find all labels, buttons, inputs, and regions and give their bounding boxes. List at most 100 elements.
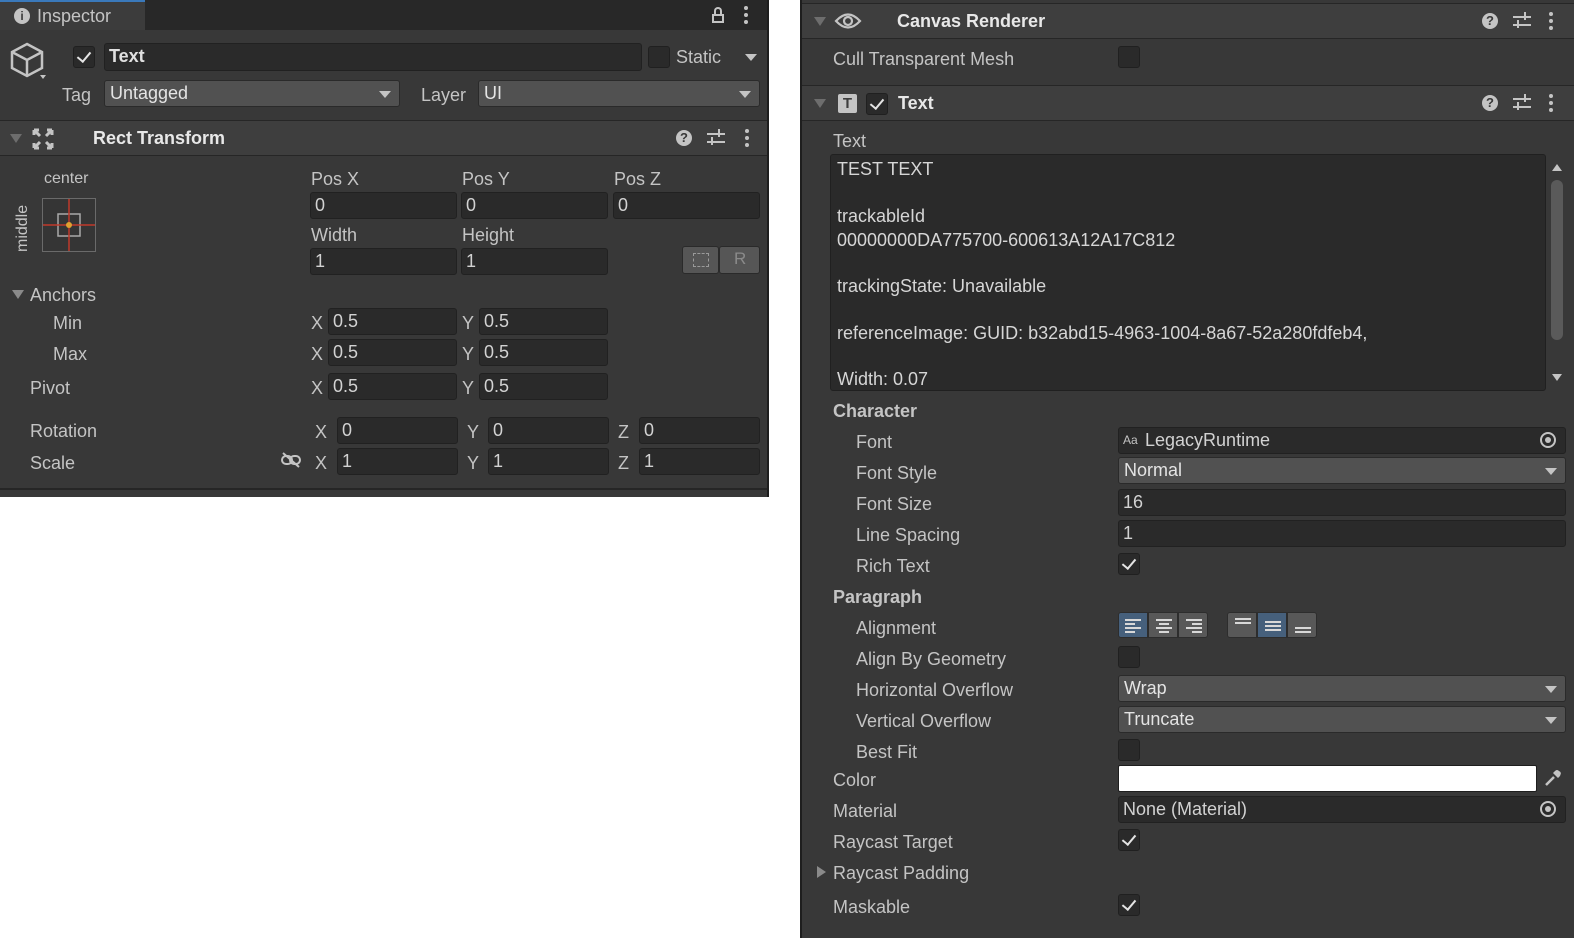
align-bottom-button[interactable] (1287, 612, 1317, 638)
pos-x-field[interactable]: 0 (310, 192, 457, 219)
font-size-field[interactable]: 16 (1118, 489, 1566, 516)
align-top-button[interactable] (1227, 612, 1257, 638)
component-menu-icon[interactable] (1549, 94, 1553, 112)
raw-edit-label: R (734, 249, 747, 268)
tag-value: Untagged (110, 83, 189, 103)
text-enabled-checkbox[interactable] (866, 93, 888, 115)
chevron-down-icon (1545, 717, 1557, 724)
component-menu-icon[interactable] (745, 129, 749, 147)
line-spacing-label: Line Spacing (856, 525, 961, 545)
anchors-label[interactable]: Anchors (30, 284, 96, 306)
material-object-field[interactable]: None (Material) (1118, 796, 1566, 823)
scale-z-label: Z (618, 453, 629, 473)
cull-transparent-mesh-checkbox[interactable] (1118, 46, 1140, 68)
best-fit-checkbox[interactable] (1118, 739, 1140, 761)
text-line: trackingState: Unavailable (837, 276, 1047, 296)
rotation-x-field[interactable]: 0 (337, 417, 458, 444)
object-picker-icon[interactable] (1540, 801, 1556, 817)
constrain-proportions-icon[interactable] (281, 452, 301, 468)
pivot-label: Pivot (30, 378, 71, 398)
anchors-foldout-arrow-icon[interactable] (12, 290, 24, 299)
line-spacing-field[interactable]: 1 (1118, 520, 1566, 547)
tag-dropdown[interactable]: Untagged (104, 80, 400, 107)
pivot-x-field[interactable]: 0.5 (328, 373, 457, 400)
scale-y-field[interactable]: 1 (488, 448, 609, 475)
material-label: Material (833, 801, 898, 821)
font-style-dropdown[interactable]: Normal (1118, 457, 1566, 484)
tab-menu-icon[interactable] (744, 6, 748, 24)
maskable-checkbox[interactable] (1118, 894, 1140, 916)
layer-label: Layer (421, 85, 467, 105)
horizontal-overflow-dropdown[interactable]: Wrap (1118, 675, 1566, 702)
height-field[interactable]: 1 (461, 248, 608, 275)
align-by-geometry-checkbox[interactable] (1118, 646, 1140, 668)
align-left-button[interactable] (1118, 612, 1148, 638)
lock-icon[interactable] (712, 7, 724, 23)
components-panel: Canvas Renderer ? Cull Transparent Mesh … (800, 0, 1574, 938)
font-style-label: Font Style (856, 463, 938, 483)
gameobject-active-checkbox[interactable] (73, 46, 95, 68)
pivot-y-field[interactable]: 0.5 (479, 373, 608, 400)
text-area-scrollbar[interactable] (1548, 154, 1566, 391)
rot-y-label: Y (467, 422, 480, 442)
component-menu-icon[interactable] (1549, 12, 1553, 30)
font-asset-icon: Aa (1123, 433, 1138, 447)
raycast-padding-foldout-arrow-icon[interactable] (817, 866, 826, 878)
scale-x-field[interactable]: 1 (337, 448, 458, 475)
vertical-alignment-group (1227, 612, 1319, 640)
scroll-up-arrow-icon[interactable] (1552, 164, 1562, 171)
static-label: Static (676, 47, 722, 67)
scroll-down-arrow-icon[interactable] (1552, 374, 1562, 381)
rotation-z-field[interactable]: 0 (639, 417, 760, 444)
anchor-max-x-field[interactable]: 0.5 (328, 339, 457, 366)
font-style-value: Normal (1124, 460, 1183, 480)
anchor-horizontal-label: center (44, 170, 89, 187)
gameobject-name-field[interactable]: Text (104, 43, 642, 71)
font-size-label: Font Size (856, 494, 933, 514)
anchor-max-y-field[interactable]: 0.5 (479, 339, 608, 366)
font-object-field[interactable]: Aa LegacyRuntime (1118, 427, 1566, 454)
presets-icon[interactable] (1513, 94, 1531, 112)
width-field[interactable]: 1 (310, 248, 457, 275)
align-center-button[interactable] (1148, 612, 1178, 638)
text-component-header[interactable]: T Text ? (802, 85, 1574, 121)
pos-y-field[interactable]: 0 (461, 192, 608, 219)
color-swatch[interactable] (1118, 765, 1537, 792)
maskable-label: Maskable (833, 897, 911, 917)
canvas-renderer-header[interactable]: Canvas Renderer ? (802, 3, 1574, 39)
raw-edit-button[interactable]: R (719, 246, 760, 274)
raycast-padding-label[interactable]: Raycast Padding (833, 862, 969, 884)
help-icon[interactable]: ? (1482, 13, 1498, 29)
font-value: LegacyRuntime (1145, 430, 1271, 450)
object-picker-icon[interactable] (1540, 432, 1556, 448)
presets-icon[interactable] (1513, 12, 1531, 30)
scrollbar-thumb[interactable] (1551, 180, 1563, 340)
anchor-presets-button[interactable] (42, 198, 96, 252)
static-checkbox[interactable] (648, 46, 670, 68)
layer-dropdown[interactable]: UI (478, 80, 760, 107)
help-icon[interactable]: ? (1482, 95, 1498, 111)
text-area[interactable]: TEST TEXT trackableId 00000000DA775700-6… (830, 154, 1546, 391)
rich-text-checkbox[interactable] (1118, 553, 1140, 575)
align-middle-button[interactable] (1257, 612, 1287, 638)
collapse-arrow-icon (814, 17, 826, 26)
blueprint-mode-button[interactable] (682, 246, 719, 274)
eyedropper-icon[interactable] (1543, 768, 1563, 788)
pivot-y-label: Y (462, 378, 475, 398)
anchor-min-x-field[interactable]: 0.5 (328, 308, 457, 335)
align-right-button[interactable] (1178, 612, 1208, 638)
presets-icon[interactable] (707, 129, 725, 147)
help-icon[interactable]: ? (676, 130, 692, 146)
vertical-overflow-dropdown[interactable]: Truncate (1118, 706, 1566, 733)
min-x-label: X (311, 313, 324, 333)
raycast-target-checkbox[interactable] (1118, 829, 1140, 851)
blueprint-icon (693, 253, 709, 267)
inspector-tab[interactable]: i Inspector (0, 0, 145, 30)
alignment-label: Alignment (856, 618, 937, 638)
rect-transform-header[interactable]: Rect Transform ? (0, 120, 769, 156)
static-dropdown-arrow[interactable] (745, 54, 757, 61)
anchor-min-y-field[interactable]: 0.5 (479, 308, 608, 335)
pos-z-field[interactable]: 0 (613, 192, 760, 219)
scale-z-field[interactable]: 1 (639, 448, 760, 475)
rotation-y-field[interactable]: 0 (488, 417, 609, 444)
